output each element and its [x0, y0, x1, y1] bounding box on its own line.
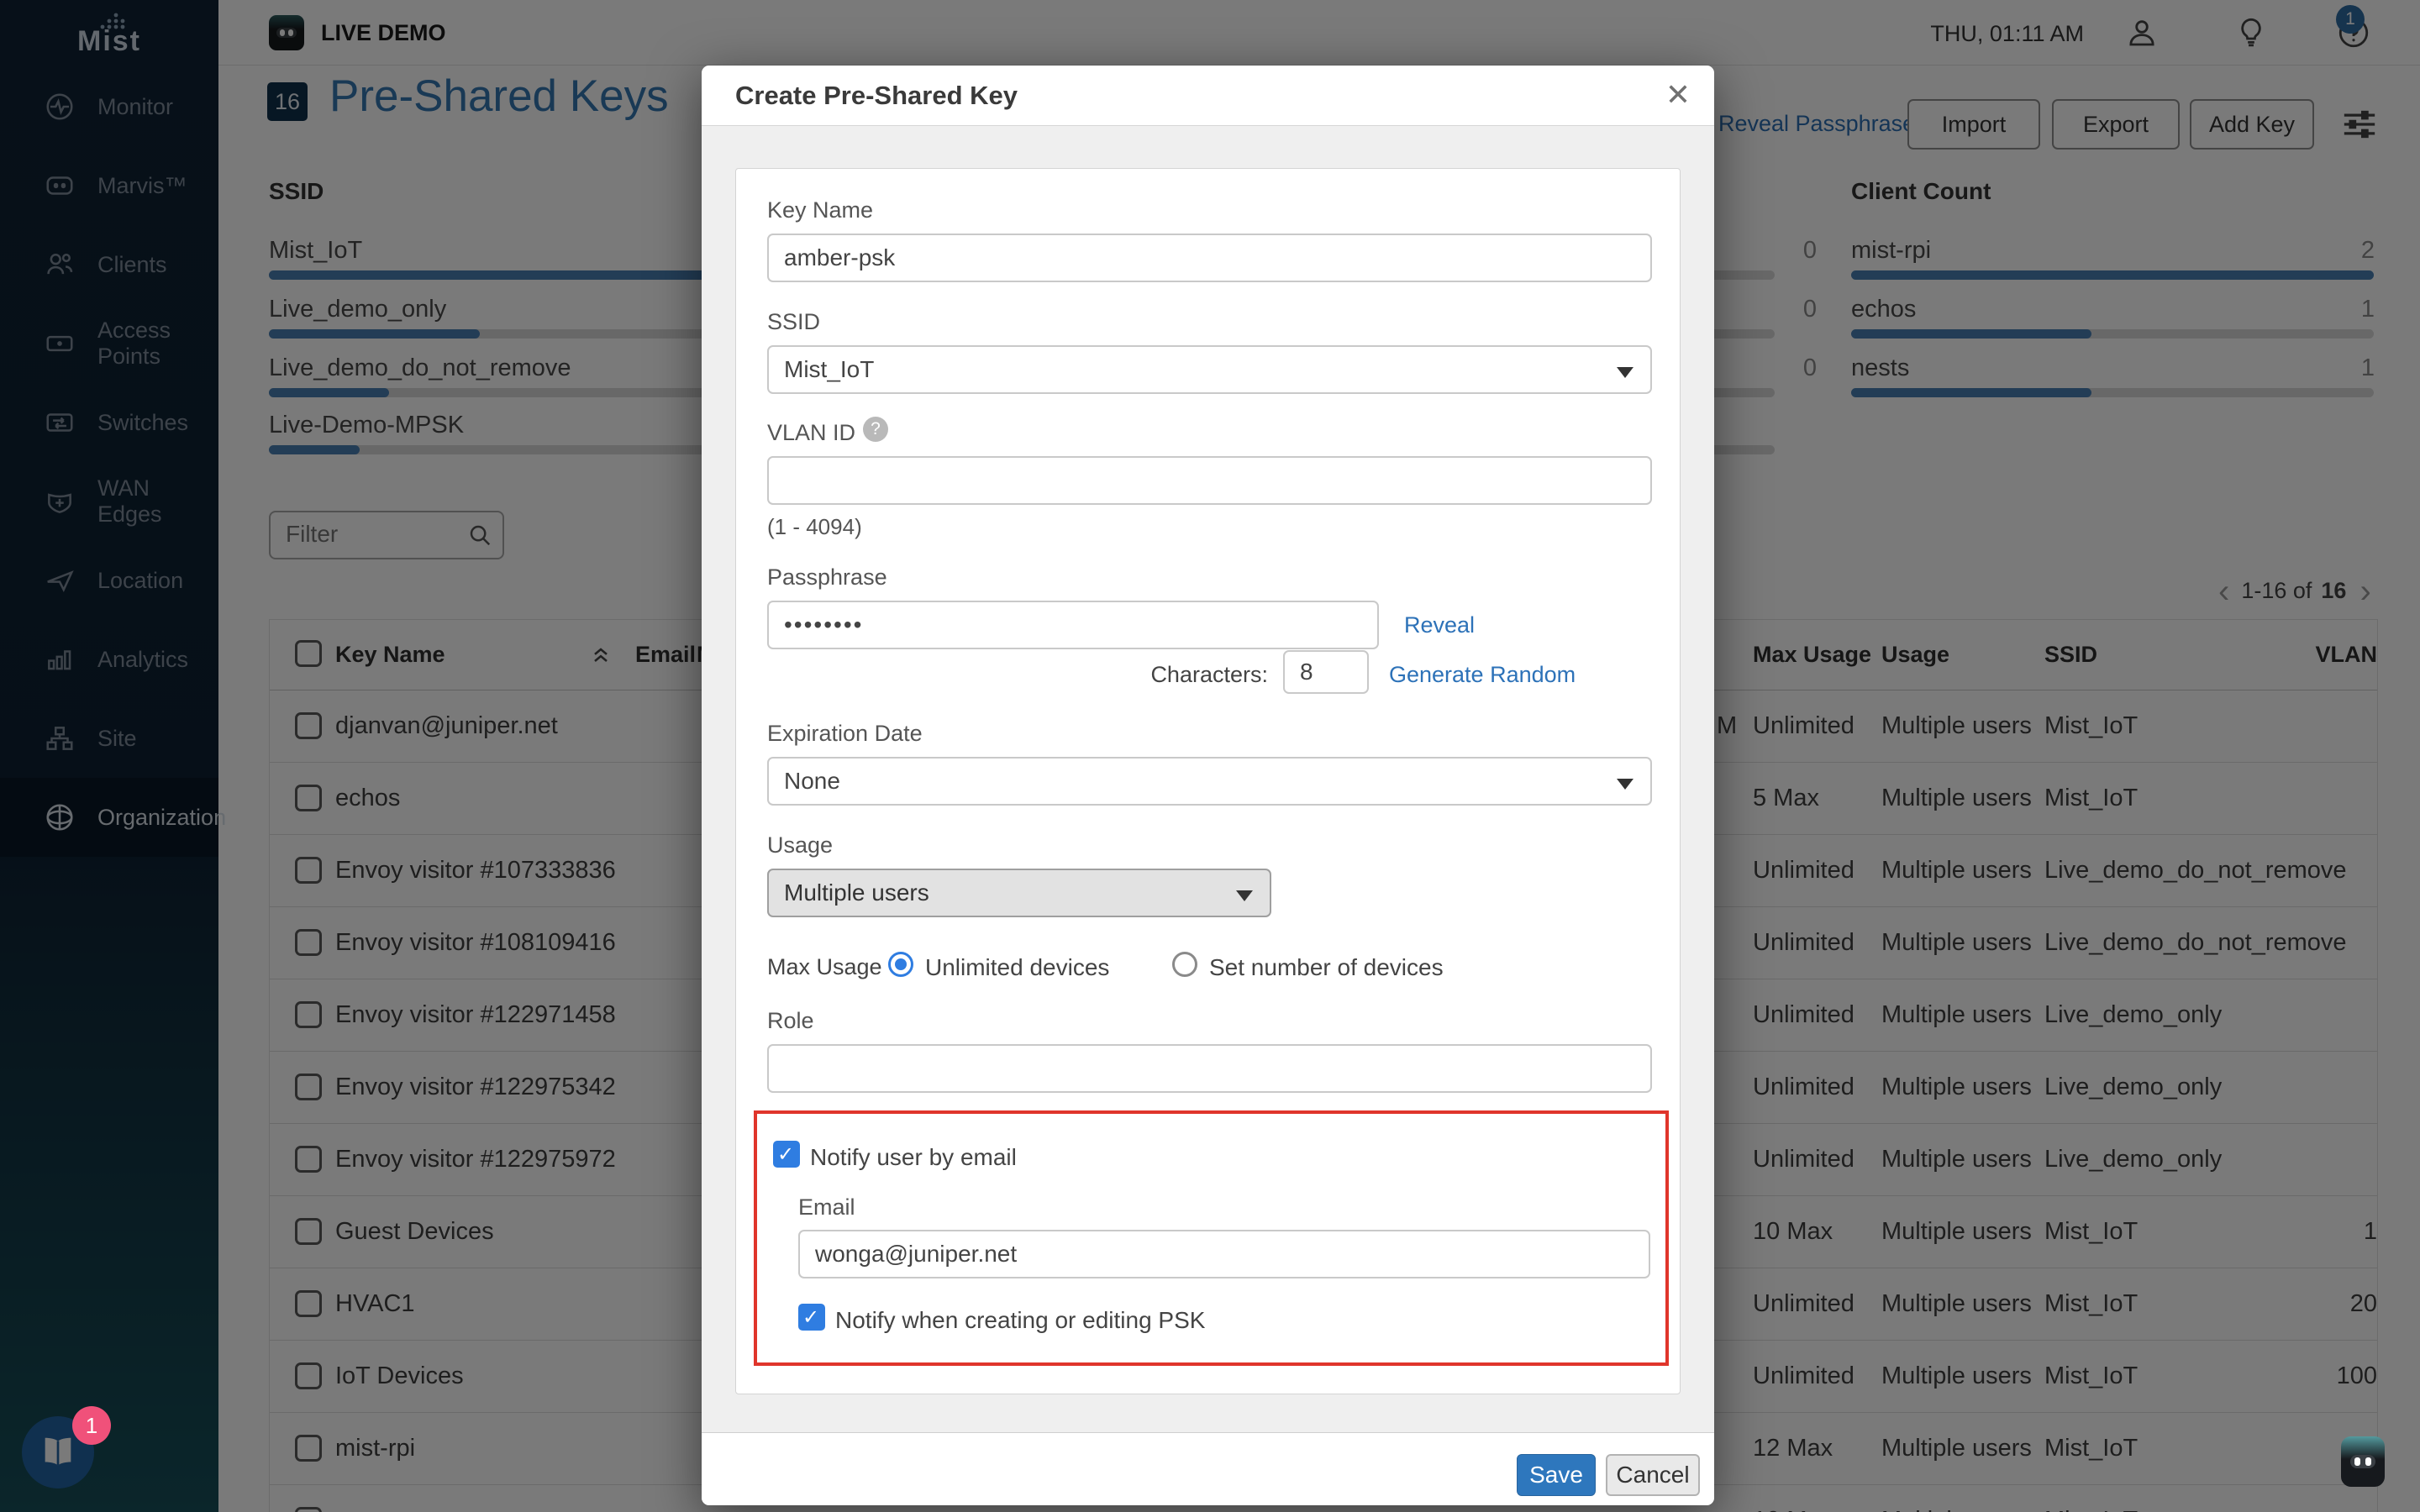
modal-footer: Save Cancel [702, 1432, 1714, 1505]
ssid-select-value: Mist_IoT [784, 356, 874, 383]
vlan-hint: (1 - 4094) [767, 514, 862, 540]
max-usage-label: Max Usage [767, 954, 882, 980]
email-input[interactable] [798, 1230, 1650, 1278]
notify-psk-checkbox[interactable] [798, 1304, 825, 1331]
role-input[interactable] [767, 1044, 1652, 1093]
generate-random-link[interactable]: Generate Random [1389, 662, 1576, 688]
unlimited-devices-label: Unlimited devices [925, 954, 1109, 981]
reveal-passphrase-link[interactable]: Reveal [1404, 612, 1475, 638]
screen: Mist Monitor Marvis™ Clients Access Poin… [0, 0, 2420, 1512]
expiration-label: Expiration Date [767, 721, 923, 747]
notify-user-label: Notify user by email [810, 1144, 1017, 1171]
email-label: Email [798, 1194, 855, 1221]
ssid-label: SSID [767, 309, 820, 335]
characters-label: Characters: [1150, 662, 1268, 688]
set-number-devices-label: Set number of devices [1209, 954, 1444, 981]
notify-user-checkbox[interactable] [773, 1141, 800, 1168]
dropdown-arrow-icon [1236, 890, 1253, 901]
ssid-select[interactable]: Mist_IoT [767, 345, 1652, 394]
key-name-input[interactable] [767, 234, 1652, 282]
usage-select[interactable]: Multiple users [767, 869, 1271, 917]
dropdown-arrow-icon [1617, 779, 1634, 790]
modal-title: Create Pre-Shared Key [735, 81, 1018, 111]
vlan-input[interactable] [767, 456, 1652, 505]
passphrase-input[interactable] [767, 601, 1379, 649]
usage-label: Usage [767, 832, 833, 858]
set-number-devices-radio[interactable] [1172, 952, 1197, 977]
passphrase-label: Passphrase [767, 564, 887, 591]
vlan-help-icon[interactable]: ? [863, 417, 888, 442]
modal-header: Create Pre-Shared Key ✕ [702, 66, 1714, 126]
dropdown-arrow-icon [1617, 367, 1634, 378]
create-psk-modal: Create Pre-Shared Key ✕ Key Name SSID Mi… [702, 66, 1714, 1505]
marvis-chat-button[interactable] [2341, 1436, 2385, 1487]
cancel-button[interactable]: Cancel [1606, 1454, 1700, 1496]
key-name-label: Key Name [767, 197, 873, 223]
documentation-badge: 1 [72, 1406, 111, 1445]
role-label: Role [767, 1008, 814, 1034]
save-button[interactable]: Save [1517, 1454, 1596, 1496]
usage-select-value: Multiple users [784, 879, 929, 906]
vlan-label: VLAN ID [767, 420, 855, 446]
expiration-select[interactable]: None [767, 757, 1652, 806]
notify-psk-label: Notify when creating or editing PSK [835, 1307, 1205, 1334]
close-icon[interactable]: ✕ [1665, 77, 1691, 113]
unlimited-devices-radio[interactable] [888, 952, 913, 977]
expiration-select-value: None [784, 768, 840, 795]
robot-face-icon [2350, 1455, 2375, 1468]
characters-input[interactable] [1283, 650, 1369, 694]
